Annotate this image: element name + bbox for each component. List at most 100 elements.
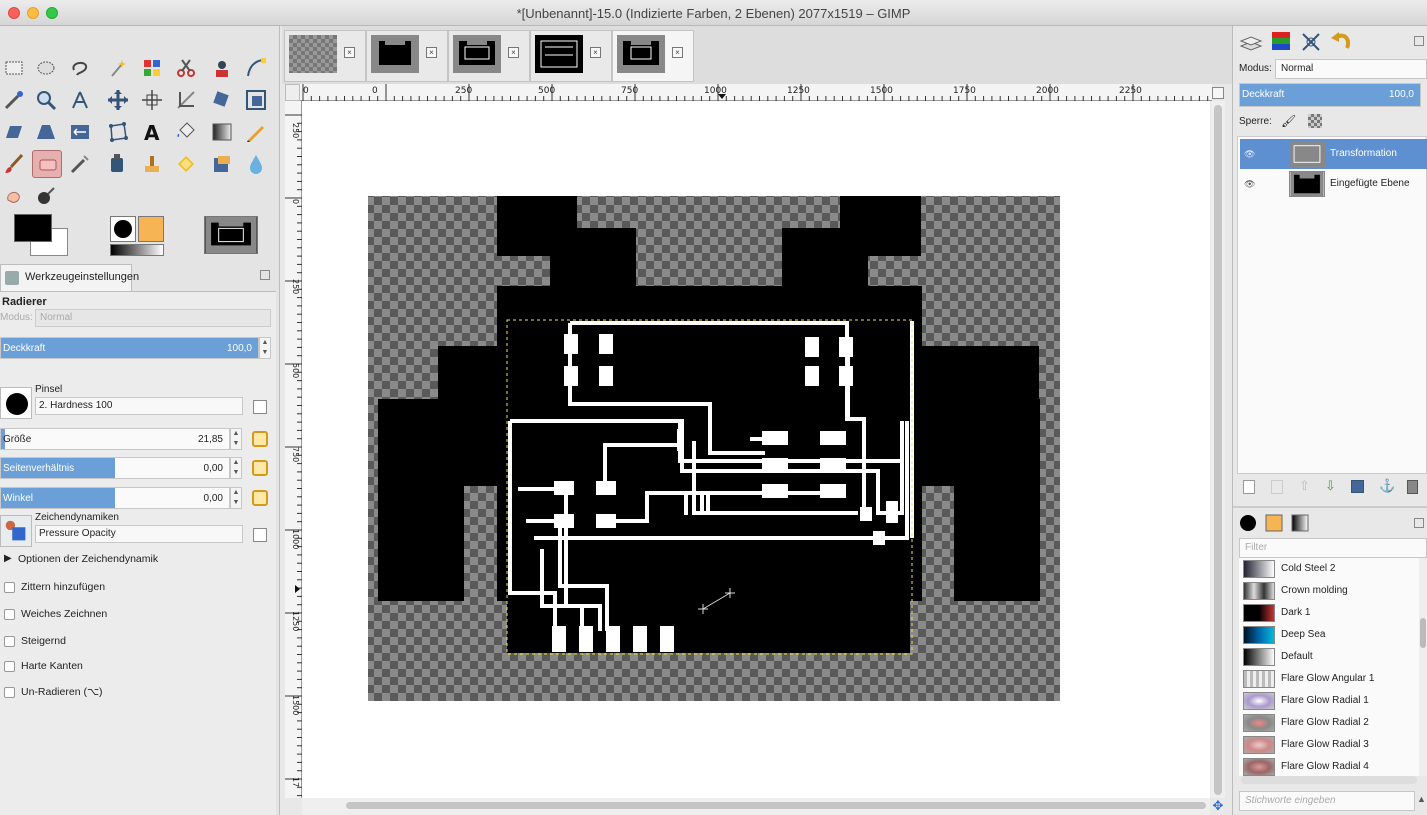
airbrush-tool-icon[interactable] (68, 152, 92, 176)
layers-opacity-slider[interactable]: Deckkraft 100,0 (1239, 83, 1421, 107)
new-layer-group-icon[interactable] (1271, 480, 1283, 494)
layers-mode-select[interactable]: Normal (1275, 59, 1427, 79)
color-picker-tool-icon[interactable] (2, 88, 26, 112)
angle-reset-icon[interactable] (252, 490, 268, 506)
cage-transform-tool-icon[interactable] (106, 120, 130, 144)
edit-brush-icon[interactable] (253, 400, 267, 414)
gradient-list-scrollbar[interactable] (1419, 558, 1427, 776)
image-tab-2-close-icon[interactable]: × (426, 47, 437, 58)
aspect-ratio-spin-icon[interactable]: ▲ ▼ (230, 457, 242, 479)
lock-alpha-icon[interactable] (1308, 114, 1322, 128)
angle-spin-icon[interactable]: ▲ ▼ (230, 487, 242, 509)
paintbrush-tool-icon[interactable] (2, 152, 26, 176)
gradient-list-hscrollbar[interactable] (1241, 776, 1417, 784)
brush-indicator[interactable] (110, 216, 136, 242)
aspect-ratio-reset-icon[interactable] (252, 460, 268, 476)
image-tab-4[interactable]: × (530, 30, 612, 82)
checkbox-jitter-box[interactable] (4, 582, 15, 593)
scissors-tool-icon[interactable] (174, 56, 198, 80)
layers-configure-icon[interactable] (1414, 36, 1424, 46)
move-tool-icon[interactable] (106, 88, 130, 112)
image-tab-3-close-icon[interactable]: × (508, 47, 519, 58)
edit-dynamics-icon[interactable] (253, 528, 267, 542)
zoom-tool-icon[interactable] (34, 88, 58, 112)
horizontal-scroll-thumb[interactable] (346, 802, 1206, 809)
gradient-item[interactable]: Dark 1 (1239, 602, 1419, 624)
aspect-ratio-slider[interactable]: Seitenverhältnis 0,00 (0, 457, 230, 479)
raise-layer-icon[interactable]: ⇧ (1299, 478, 1310, 494)
gradient-item[interactable]: Flare Glow Radial 1 (1239, 690, 1419, 712)
horizontal-ruler[interactable]: 0 0 250 500 750 1000 1250 1500 1750 2000… (300, 84, 1212, 101)
gradient-item[interactable]: Deep Sea (1239, 624, 1419, 646)
heal-tool-icon[interactable] (174, 152, 198, 176)
crop-tool-icon[interactable] (174, 88, 198, 112)
size-spin-icon[interactable]: ▲ ▼ (230, 428, 242, 450)
undo-history-tab-icon[interactable] (1327, 28, 1355, 56)
lock-pixels-icon[interactable]: 🖌 (1281, 114, 1296, 128)
checkbox-hard-edge-box[interactable] (4, 661, 15, 672)
configure-tab-icon[interactable] (260, 270, 270, 280)
ink-tool-icon[interactable] (106, 152, 130, 176)
image-tab-3[interactable]: × (448, 30, 530, 82)
image-tab-1-close-icon[interactable]: × (344, 47, 355, 58)
brush-name-field[interactable]: 2. Hardness 100 (35, 397, 243, 415)
rotate-tool-icon[interactable] (210, 88, 234, 112)
perspective-tool-icon[interactable] (34, 120, 58, 144)
navigate-icon[interactable]: ✥ (1211, 798, 1225, 815)
gradient-filter-input[interactable]: Filter (1239, 538, 1427, 558)
fuzzy-select-tool-icon[interactable] (106, 56, 130, 80)
select-by-color-tool-icon[interactable] (140, 56, 164, 80)
vertical-scroll-thumb[interactable] (1214, 105, 1222, 795)
image-tab-4-close-icon[interactable]: × (590, 47, 601, 58)
vertical-ruler[interactable]: 250 0 250 500 750 1000 1250 1500 17 (285, 101, 302, 798)
bucket-fill-tool-icon[interactable] (174, 120, 198, 144)
lower-layer-icon[interactable]: ⇩ (1325, 478, 1336, 494)
anchor-layer-icon[interactable]: ⚓ (1379, 478, 1395, 494)
gradients-configure-icon[interactable] (1414, 518, 1424, 528)
gradient-list-scroll-thumb[interactable] (1420, 618, 1426, 648)
paths-tool-icon[interactable] (244, 56, 268, 80)
blend-tool-icon[interactable] (210, 120, 234, 144)
ellipse-select-tool-icon[interactable] (34, 56, 58, 80)
dynamics-name-field[interactable]: Pressure Opacity (35, 525, 243, 543)
layer-visibility-eye-icon[interactable]: 👁 (1244, 149, 1255, 160)
pencil-tool-icon[interactable] (244, 120, 268, 144)
gradient-item[interactable]: Flare Glow Radial 3 (1239, 734, 1419, 756)
checkbox-smooth-box[interactable] (4, 609, 15, 620)
ruler-corner-menu-icon[interactable] (285, 84, 300, 101)
image-content[interactable] (302, 101, 1210, 798)
tags-dropdown-icon[interactable]: ▲▼ (1417, 794, 1427, 804)
layer-visibility-eye-icon[interactable]: 👁 (1244, 179, 1255, 190)
patterns-tab-icon[interactable] (1263, 512, 1285, 534)
text-tool-icon[interactable]: A (140, 120, 164, 144)
brushes-tab-icon[interactable] (1237, 512, 1259, 534)
image-tab-1[interactable]: × (284, 30, 366, 82)
size-reset-icon[interactable] (252, 431, 268, 447)
tab-tool-options[interactable]: Werkzeugeinstellungen (0, 264, 139, 292)
shear-tool-icon[interactable] (2, 120, 26, 144)
pattern-indicator[interactable] (138, 216, 164, 242)
gradient-item[interactable]: Flare Glow Radial 2 (1239, 712, 1419, 734)
eraser-tool-icon[interactable] (32, 150, 62, 178)
image-canvas[interactable] (302, 101, 1210, 798)
gradient-item[interactable]: Flare Glow Radial 4 (1239, 756, 1419, 776)
opacity-slider[interactable]: Deckkraft 100,0 (0, 337, 259, 359)
size-slider[interactable]: Größe 21,85 (0, 428, 230, 450)
gradient-item[interactable]: Cold Steel 2 (1239, 558, 1419, 580)
canvas-vertical-scrollbar[interactable] (1211, 101, 1225, 798)
opacity-spin-icon[interactable]: ▲ ▼ (259, 337, 271, 359)
active-image-preview[interactable] (204, 216, 258, 254)
scale-tool-icon[interactable] (244, 88, 268, 112)
gradient-item[interactable]: Crown molding (1239, 580, 1419, 602)
image-tab-5[interactable]: × (612, 30, 694, 82)
zoom-to-fit-icon[interactable] (1212, 87, 1224, 99)
image-tab-2[interactable]: × (366, 30, 448, 82)
flip-tool-icon[interactable] (68, 120, 92, 144)
fg-bg-color-selector[interactable] (14, 214, 70, 258)
foreground-color-swatch[interactable] (14, 214, 52, 242)
new-layer-icon[interactable] (1243, 480, 1255, 494)
measure-tool-icon[interactable] (68, 88, 92, 112)
perspective-clone-tool-icon[interactable] (210, 152, 234, 176)
rect-select-tool-icon[interactable] (2, 56, 26, 80)
canvas-horizontal-scrollbar[interactable] (302, 798, 1210, 815)
